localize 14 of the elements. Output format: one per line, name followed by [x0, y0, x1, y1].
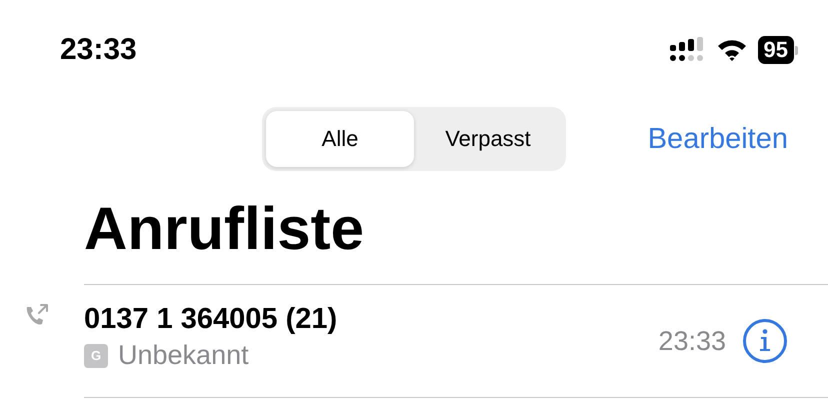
- caller-number: 0137 1 364005 (21): [84, 303, 338, 336]
- signal-icon: [670, 37, 706, 63]
- caller-label: Unbekannt: [118, 340, 249, 371]
- wifi-icon: [716, 38, 748, 62]
- call-time: 23:33: [658, 326, 726, 356]
- source-badge: G: [84, 344, 108, 368]
- segment-tab[interactable]: Alle: [266, 111, 414, 167]
- battery-icon: 95: [758, 36, 794, 64]
- info-icon[interactable]: [742, 318, 788, 364]
- segment-tab[interactable]: Verpasst: [414, 111, 562, 167]
- outgoing-call-icon: [24, 303, 50, 327]
- page-title: Anrufliste: [84, 194, 366, 264]
- edit-button[interactable]: Bearbeiten: [648, 122, 788, 156]
- status-time: 23:33: [60, 33, 137, 67]
